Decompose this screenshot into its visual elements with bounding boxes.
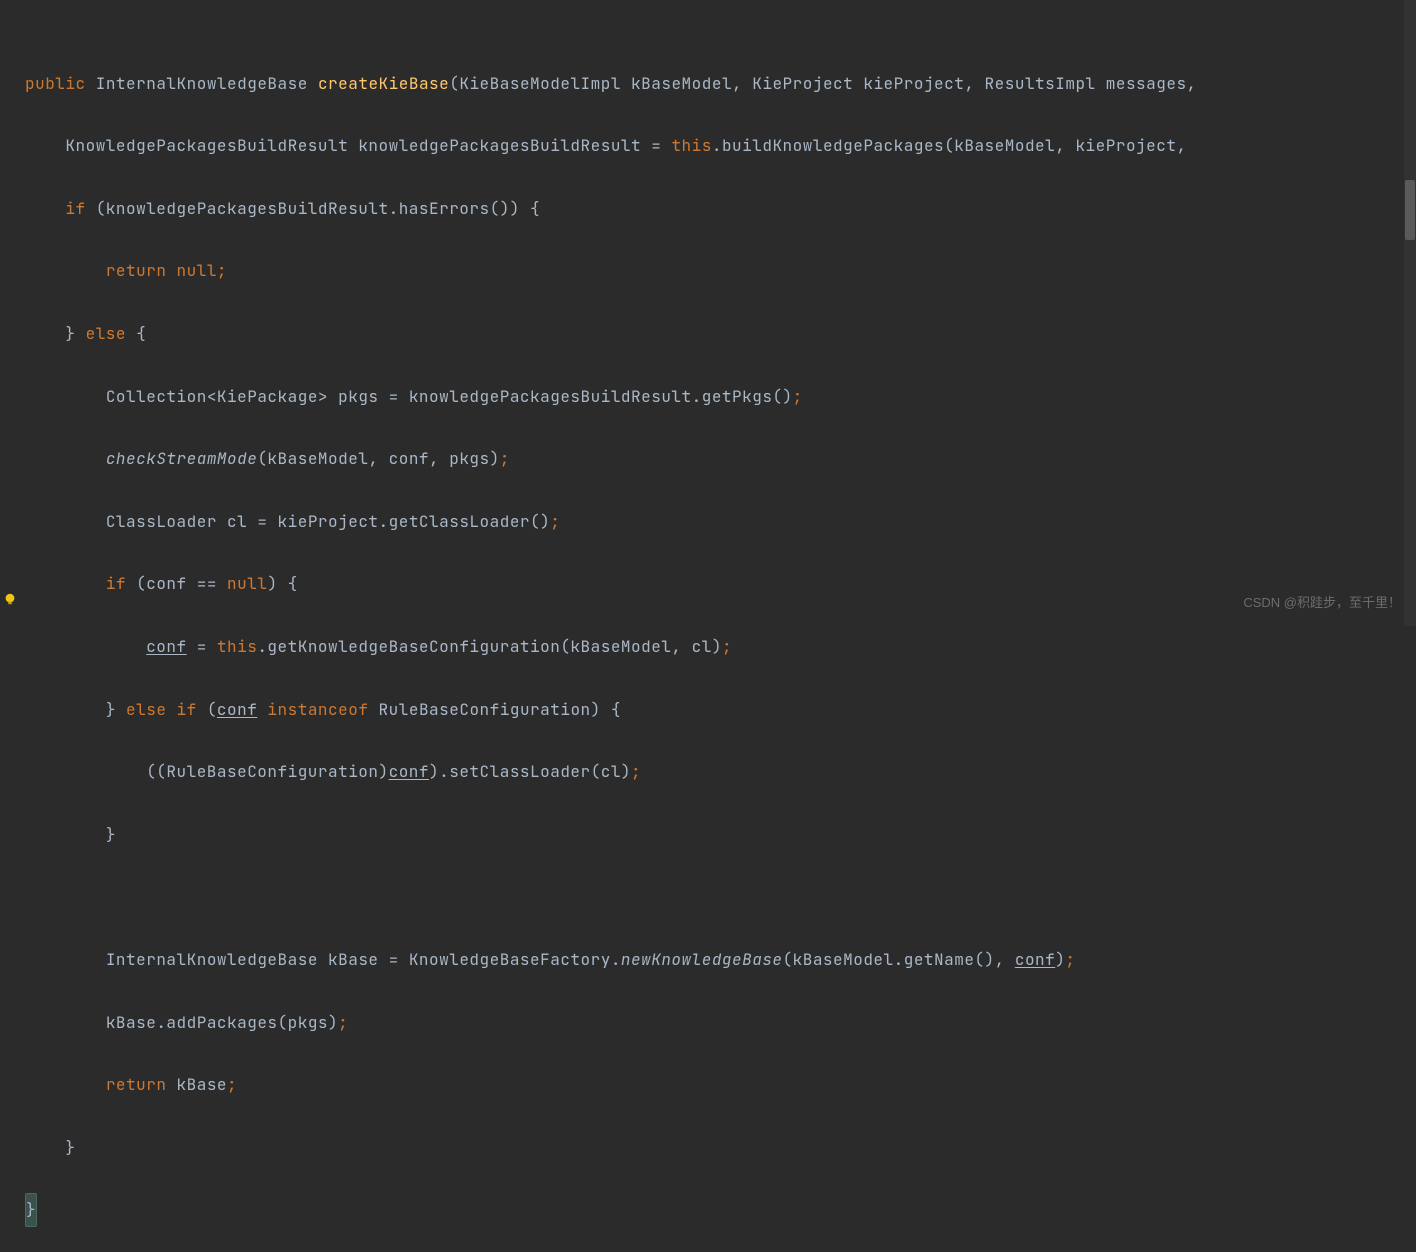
scrollbar-thumb[interactable] (1405, 180, 1415, 240)
semicolon: ; (722, 631, 732, 662)
semicolon: ; (550, 506, 560, 537)
semicolon: ; (338, 1007, 348, 1038)
keyword-this: this (217, 631, 257, 662)
semicolon: ; (217, 255, 227, 286)
method-name: createKieBase (318, 68, 449, 99)
condition: (conf == (126, 568, 227, 599)
method-call: checkStreamMode (106, 443, 258, 474)
method-call: ).setClassLoader(cl) (429, 756, 631, 787)
keyword-if: if (106, 568, 126, 599)
code-line[interactable]: } (25, 819, 1416, 850)
brace: } (106, 819, 116, 850)
code-line[interactable]: ((RuleBaseConfiguration)conf).setClassLo… (25, 756, 1416, 787)
var-conf: conf (1015, 944, 1055, 975)
statement: ClassLoader cl = kieProject.getClassLoad… (106, 506, 550, 537)
cast: ((RuleBaseConfiguration) (146, 756, 388, 787)
keyword-public: public (25, 68, 86, 99)
statement: Collection<KiePackage> pkgs = knowledgeP… (106, 381, 793, 412)
method-call: kBase.addPackages(pkgs) (106, 1007, 338, 1038)
matching-brace: } (25, 1193, 37, 1226)
code-line[interactable]: Collection<KiePackage> pkgs = knowledgeP… (25, 381, 1416, 412)
code-line[interactable]: kBase.addPackages(pkgs); (25, 1007, 1416, 1038)
code-line[interactable]: } else if (conf instanceof RuleBaseConfi… (25, 694, 1416, 725)
watermark-text: CSDN @积跬步，至千里！ (1243, 587, 1401, 618)
brace: } (65, 1132, 75, 1163)
code-line[interactable]: } (25, 1132, 1416, 1163)
code-line[interactable]: return null; (25, 255, 1416, 286)
brace: { (126, 318, 146, 349)
brace: ) { (267, 568, 297, 599)
code-line[interactable]: if (conf == null) { (25, 568, 1416, 599)
intention-bulb-icon[interactable] (3, 592, 17, 606)
code-line[interactable]: return kBase; (25, 1069, 1416, 1100)
brace: } (65, 318, 85, 349)
code-line[interactable] (25, 881, 1416, 912)
var-decl: InternalKnowledgeBase kBase = KnowledgeB… (106, 944, 621, 975)
keyword-return: return (106, 1069, 167, 1100)
args: (kBaseModel, conf, pkgs) (257, 443, 499, 474)
return-type: InternalKnowledgeBase (96, 68, 308, 99)
params: (KieBaseModelImpl kBaseModel, KieProject… (449, 68, 1196, 99)
var-name: knowledgePackagesBuildResult (358, 130, 641, 161)
var-conf: conf (217, 694, 257, 725)
code-line[interactable]: checkStreamMode(kBaseModel, conf, pkgs); (25, 443, 1416, 474)
code-line[interactable]: InternalKnowledgeBase kBase = KnowledgeB… (25, 944, 1416, 975)
condition: (knowledgePackagesBuildResult.hasErrors(… (86, 193, 541, 224)
static-method: newKnowledgeBase (621, 944, 783, 975)
var-name: kBase (166, 1069, 227, 1100)
code-editor[interactable]: public InternalKnowledgeBase createKieBa… (0, 0, 1416, 1252)
semicolon: ; (500, 443, 510, 474)
semicolon: ; (1065, 944, 1075, 975)
keyword-instanceof: instanceof (257, 694, 368, 725)
semicolon: ; (631, 756, 641, 787)
keyword-else: else (86, 318, 126, 349)
code-line[interactable]: public InternalKnowledgeBase createKieBa… (25, 68, 1416, 99)
code-line[interactable]: } (25, 1194, 1416, 1225)
code-line[interactable]: ClassLoader cl = kieProject.getClassLoad… (25, 506, 1416, 537)
semicolon: ; (793, 381, 803, 412)
method-call: .buildKnowledgePackages(kBaseModel, kieP… (712, 130, 1187, 161)
keyword-return: return null (106, 255, 217, 286)
var-conf: conf (146, 631, 186, 662)
brace: } (106, 694, 126, 725)
var-type: KnowledgePackagesBuildResult (65, 130, 348, 161)
method-call: .getKnowledgeBaseConfiguration(kBaseMode… (257, 631, 722, 662)
keyword-if: if (65, 193, 85, 224)
var-conf: conf (389, 756, 429, 787)
args: (kBaseModel.getName(), (783, 944, 1015, 975)
scrollbar-track[interactable] (1404, 0, 1416, 626)
keyword-this: this (671, 130, 711, 161)
code-line[interactable]: if (knowledgePackagesBuildResult.hasErro… (25, 193, 1416, 224)
type: RuleBaseConfiguration) { (368, 694, 621, 725)
keyword-null: null (227, 568, 267, 599)
code-line[interactable]: conf = this.getKnowledgeBaseConfiguratio… (25, 631, 1416, 662)
semicolon: ; (227, 1069, 237, 1100)
code-line[interactable]: KnowledgePackagesBuildResult knowledgePa… (25, 130, 1416, 161)
keyword-elseif: else if (126, 694, 197, 725)
code-line[interactable]: } else { (25, 318, 1416, 349)
